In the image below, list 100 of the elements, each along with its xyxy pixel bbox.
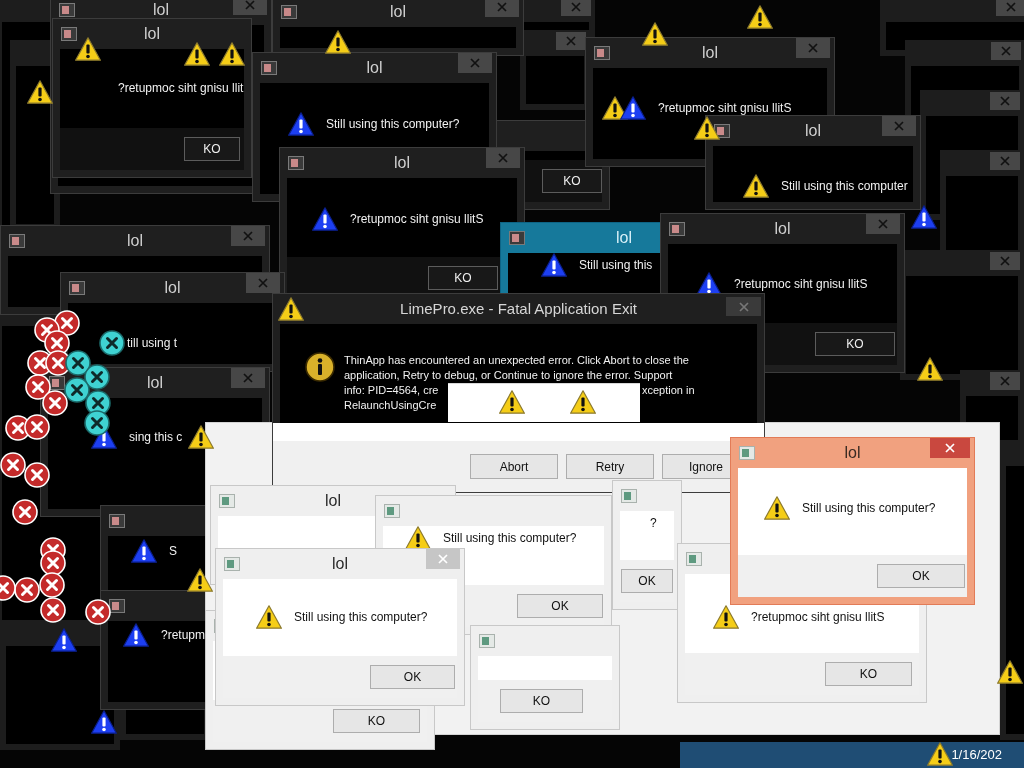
- warning-icon: [694, 116, 720, 140]
- close-button[interactable]: [233, 0, 267, 15]
- dialog-button[interactable]: OK: [517, 594, 603, 618]
- warning-icon: [620, 96, 646, 120]
- message-text: ?retupmoc siht gnisu llitS: [350, 211, 484, 228]
- close-button[interactable]: [246, 273, 280, 293]
- close-icon: [1000, 256, 1010, 266]
- warning-icon: [256, 605, 282, 629]
- message-text: Still using this computer?: [802, 500, 936, 517]
- warning-icon: [131, 539, 157, 563]
- error-icon: [40, 597, 66, 623]
- warning-icon: [743, 174, 769, 198]
- clock-text: 1/16/202: [951, 746, 1002, 765]
- app-icon: [109, 599, 125, 613]
- dialog-button[interactable]: KO: [428, 266, 498, 290]
- message-text: info: PID=4564, cre: [344, 383, 439, 398]
- dialog-button[interactable]: KO: [500, 689, 583, 713]
- app-icon: [69, 281, 85, 295]
- warning-icon: [51, 628, 77, 652]
- close-button[interactable]: [231, 368, 265, 388]
- close-icon: [1000, 156, 1010, 166]
- close-button[interactable]: [458, 53, 492, 73]
- window-title: lol: [390, 2, 406, 22]
- error-icon: [84, 410, 110, 436]
- error-icon: [0, 452, 26, 478]
- close-icon: [497, 2, 507, 12]
- close-button[interactable]: [866, 214, 900, 234]
- error-icon: [39, 572, 65, 598]
- window-title: lol: [805, 121, 821, 141]
- dialog-button[interactable]: Retry: [566, 454, 654, 479]
- warning-icon: [997, 660, 1023, 684]
- dialog-button[interactable]: Abort: [470, 454, 558, 479]
- dialog-button[interactable]: KO: [542, 169, 602, 193]
- close-button[interactable]: [882, 116, 916, 136]
- warning-icon: [312, 207, 338, 231]
- warning-icon: [713, 605, 739, 629]
- close-button[interactable]: [485, 0, 519, 17]
- warning-icon: [91, 710, 117, 734]
- close-button[interactable]: [990, 152, 1020, 170]
- close-button[interactable]: [231, 226, 265, 246]
- dialog-button[interactable]: KO: [825, 662, 912, 686]
- close-icon: [438, 554, 448, 564]
- warning-icon: [499, 390, 525, 414]
- error-icon: [40, 550, 66, 576]
- message-text: xception in: [642, 383, 695, 398]
- close-button[interactable]: [996, 0, 1024, 16]
- close-icon: [498, 153, 508, 163]
- warning-icon: [764, 496, 790, 520]
- close-button[interactable]: [930, 438, 970, 458]
- error-icon: [42, 390, 68, 416]
- message-text: till using t: [127, 335, 178, 352]
- dialog-button[interactable]: OK: [877, 564, 965, 588]
- error-icon: [64, 377, 90, 403]
- message-text: ?retupmoc siht gnisu llitS: [658, 100, 792, 117]
- close-button[interactable]: [556, 32, 586, 50]
- close-icon: [1000, 96, 1010, 106]
- warning-icon: [325, 30, 351, 54]
- dialog-button[interactable]: OK: [621, 569, 673, 593]
- message-text: ?retupmoc siht gnisu llit: [118, 80, 244, 97]
- message-text: S: [169, 543, 177, 560]
- dialog-button[interactable]: KO: [815, 332, 895, 356]
- close-button[interactable]: [991, 42, 1021, 60]
- close-button[interactable]: [990, 252, 1020, 270]
- app-icon: [9, 234, 25, 248]
- close-button[interactable]: [426, 549, 460, 569]
- close-button[interactable]: [486, 148, 520, 168]
- close-icon: [738, 301, 749, 312]
- close-button[interactable]: [726, 297, 761, 316]
- warning-icon: [219, 42, 245, 66]
- warning-icon: [123, 623, 149, 647]
- app-icon: [509, 231, 525, 245]
- app-icon: [594, 46, 610, 60]
- dialog-button[interactable]: KO: [333, 709, 420, 733]
- message-text: Still using this: [579, 257, 653, 274]
- close-button[interactable]: [990, 372, 1020, 390]
- close-button[interactable]: [796, 38, 830, 58]
- app-icon: [61, 27, 77, 41]
- warning-icon: [288, 112, 314, 136]
- message-text: Still using this computer?: [443, 530, 577, 547]
- app-icon: [621, 489, 637, 503]
- dialog-button[interactable]: OK: [370, 665, 455, 689]
- warning-icon: [570, 390, 596, 414]
- message-text: ?retupmoc siht gnisu llitS: [751, 609, 885, 626]
- window-title: LimePro.exe - Fatal Application Exit: [400, 298, 637, 319]
- close-icon: [566, 36, 576, 46]
- app-icon: [281, 5, 297, 19]
- close-button[interactable]: [561, 0, 591, 16]
- error-icon: [24, 414, 50, 440]
- message-text: ?retupmoc siht gnisu llitS: [734, 276, 868, 293]
- error-icon: [84, 364, 110, 390]
- close-button[interactable]: [990, 92, 1020, 110]
- window-title: lol: [153, 0, 169, 20]
- window-title: lol: [325, 491, 341, 511]
- close-icon: [894, 121, 904, 131]
- app-icon: [384, 504, 400, 518]
- window-title: lol: [844, 443, 861, 463]
- close-icon: [243, 373, 253, 383]
- dialog-button[interactable]: KO: [184, 137, 240, 161]
- window-title: lol: [332, 554, 348, 574]
- app-icon: [669, 222, 685, 236]
